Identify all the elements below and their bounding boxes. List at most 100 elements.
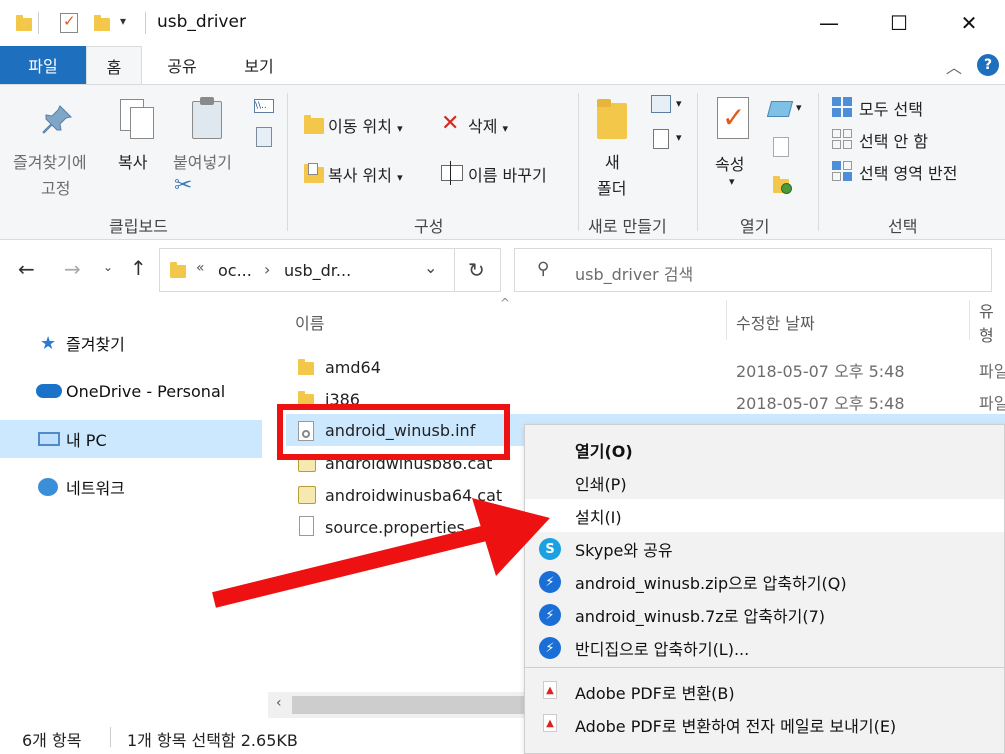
menu-item-bandizip[interactable]: ⚡ 반디집으로 압축하기(L)... bbox=[525, 631, 1004, 664]
tab-share[interactable]: 공유 bbox=[152, 46, 212, 84]
new-folder-label-2[interactable]: 폴더 bbox=[597, 175, 626, 199]
nav-item-this-pc[interactable]: 내 PC bbox=[0, 420, 262, 458]
breadcrumb-item[interactable]: usb_dr... bbox=[284, 261, 351, 280]
nav-item-onedrive[interactable]: OneDrive - Personal bbox=[0, 372, 262, 410]
title-bar: ✓ ▾ usb_driver — ☐ ✕ bbox=[0, 0, 1005, 46]
group-label-new: 새로 만들기 bbox=[588, 217, 667, 236]
select-none-icon[interactable] bbox=[832, 129, 852, 149]
delete-button[interactable]: 삭제 ▾ bbox=[468, 113, 508, 137]
back-icon[interactable]: ← bbox=[18, 257, 35, 281]
open-icon[interactable] bbox=[766, 101, 794, 117]
menu-item-install[interactable]: 설치(I) bbox=[525, 499, 1004, 532]
search-input[interactable]: usb_driver 검색 bbox=[575, 261, 693, 285]
history-icon[interactable] bbox=[773, 175, 793, 194]
file-date: 2018-05-07 오후 5:48 bbox=[736, 362, 905, 381]
search-box[interactable]: ⚲ usb_driver 검색 bbox=[514, 248, 992, 292]
breadcrumb-separator[interactable]: › bbox=[264, 260, 270, 279]
up-icon[interactable]: ↑ bbox=[130, 256, 147, 280]
copy-to-icon[interactable] bbox=[302, 161, 324, 183]
close-icon[interactable]: ✕ bbox=[946, 0, 992, 46]
divider bbox=[969, 300, 970, 340]
properties-icon[interactable]: ✓ bbox=[717, 97, 751, 141]
menu-item-skype-share[interactable]: S Skype와 공유 bbox=[525, 532, 1004, 565]
properties-dropdown-icon[interactable]: ▾ bbox=[729, 175, 735, 188]
paste-label[interactable]: 붙여넣기 bbox=[173, 149, 232, 173]
scroll-left-icon[interactable]: ‹ bbox=[276, 695, 282, 711]
divider bbox=[145, 12, 146, 34]
pin-label-2[interactable]: 고정 bbox=[41, 175, 70, 199]
quick-access-dropdown-icon[interactable]: ▾ bbox=[120, 14, 126, 28]
new-folder-label[interactable]: 새 bbox=[605, 149, 620, 173]
address-bar[interactable]: « oc... › usb_dr... ⌄ bbox=[159, 248, 455, 292]
copy-icon[interactable] bbox=[118, 97, 158, 141]
group-label-organize: 구성 bbox=[414, 217, 444, 236]
edit-icon[interactable] bbox=[773, 137, 789, 157]
rename-button[interactable]: 이름 바꾸기 bbox=[468, 162, 547, 186]
forward-icon[interactable]: → bbox=[64, 257, 81, 281]
column-header-type[interactable]: 유형 bbox=[979, 302, 1005, 345]
delete-icon[interactable]: ✕ bbox=[441, 111, 459, 136]
tab-file[interactable]: 파일 bbox=[0, 46, 86, 84]
move-to-icon[interactable] bbox=[302, 113, 324, 135]
cut-icon[interactable]: ✂ bbox=[174, 173, 192, 198]
paste-icon[interactable] bbox=[190, 97, 226, 141]
address-dropdown-icon[interactable]: ⌄ bbox=[424, 258, 437, 277]
horizontal-scrollbar[interactable]: ‹ bbox=[268, 692, 524, 718]
folder-icon bbox=[298, 359, 314, 375]
file-type: 파일 bbox=[979, 362, 1005, 381]
easy-access-dropdown-icon[interactable]: ▾ bbox=[676, 131, 682, 144]
divider bbox=[726, 300, 727, 340]
scrollbar-thumb[interactable] bbox=[292, 696, 524, 714]
divider bbox=[697, 93, 698, 231]
menu-item-print[interactable]: 인쇄(P) bbox=[525, 466, 1004, 499]
refresh-button[interactable]: ↻ bbox=[455, 248, 501, 292]
breadcrumb-overflow[interactable]: « bbox=[196, 260, 205, 276]
pin-icon[interactable] bbox=[40, 103, 74, 137]
column-header-name[interactable]: 이름 bbox=[295, 306, 324, 338]
selection-info: 1개 항목 선택함 2.65KB bbox=[127, 731, 298, 750]
copy-path-icon[interactable]: \\.. bbox=[254, 99, 274, 113]
new-item-icon[interactable] bbox=[651, 95, 671, 113]
search-icon: ⚲ bbox=[537, 259, 550, 279]
new-folder-quick-icon[interactable] bbox=[94, 15, 110, 31]
cloud-icon bbox=[36, 384, 62, 398]
divider bbox=[818, 93, 819, 231]
copy-to-button[interactable]: 복사 위치 ▾ bbox=[328, 162, 403, 186]
invert-selection-icon[interactable] bbox=[832, 161, 852, 181]
invert-selection-button[interactable]: 선택 영역 반전 bbox=[859, 160, 958, 184]
group-label-open: 열기 bbox=[740, 217, 770, 236]
paste-shortcut-icon[interactable] bbox=[256, 127, 272, 147]
open-dropdown-icon[interactable]: ▾ bbox=[796, 101, 802, 114]
tab-view[interactable]: 보기 bbox=[226, 46, 292, 84]
new-item-dropdown-icon[interactable]: ▾ bbox=[676, 97, 682, 110]
nav-item-quick-access[interactable]: ★ 즐겨찾기 bbox=[0, 324, 262, 362]
annotation-arrow bbox=[212, 498, 550, 608]
maximize-icon[interactable]: ☐ bbox=[876, 0, 922, 46]
properties-label[interactable]: 속성 bbox=[715, 151, 744, 175]
menu-item-adobe-pdf-email[interactable]: ▲ Adobe PDF로 변환하여 전자 메일로 보내기(E) bbox=[525, 708, 1004, 741]
properties-quick-icon[interactable]: ✓ bbox=[60, 12, 78, 33]
file-date: 2018-05-07 오후 5:48 bbox=[736, 394, 905, 413]
minimize-icon[interactable]: — bbox=[806, 0, 852, 46]
move-to-button[interactable]: 이동 위치 ▾ bbox=[328, 113, 403, 137]
column-header-date[interactable]: 수정한 날짜 bbox=[736, 306, 815, 338]
new-folder-icon[interactable] bbox=[597, 99, 627, 139]
select-all-icon[interactable] bbox=[832, 97, 852, 117]
network-icon bbox=[38, 478, 58, 496]
select-none-button[interactable]: 선택 안 함 bbox=[859, 128, 928, 152]
item-count: 6개 항목 bbox=[22, 731, 82, 750]
breadcrumb-item[interactable]: oc... bbox=[218, 261, 252, 280]
recent-locations-icon[interactable]: ⌄ bbox=[103, 260, 113, 274]
pin-label[interactable]: 즐겨찾기에 bbox=[13, 149, 87, 173]
menu-item-zip[interactable]: ⚡ android_winusb.zip으로 압축하기(Q) bbox=[525, 565, 1004, 598]
copy-label[interactable]: 복사 bbox=[118, 149, 147, 173]
tab-home[interactable]: 홈 bbox=[86, 46, 142, 84]
easy-access-icon[interactable] bbox=[653, 129, 669, 149]
select-all-button[interactable]: 모두 선택 bbox=[859, 96, 923, 120]
rename-icon[interactable] bbox=[441, 161, 463, 185]
help-icon[interactable]: ? bbox=[977, 54, 999, 76]
menu-item-7z[interactable]: ⚡ android_winusb.7z로 압축하기(7) bbox=[525, 598, 1004, 631]
collapse-ribbon-icon[interactable]: ︿ bbox=[946, 54, 962, 78]
menu-item-adobe-pdf[interactable]: ▲ Adobe PDF로 변환(B) bbox=[525, 675, 1004, 708]
menu-item-open[interactable]: 열기(O) bbox=[525, 433, 1004, 466]
